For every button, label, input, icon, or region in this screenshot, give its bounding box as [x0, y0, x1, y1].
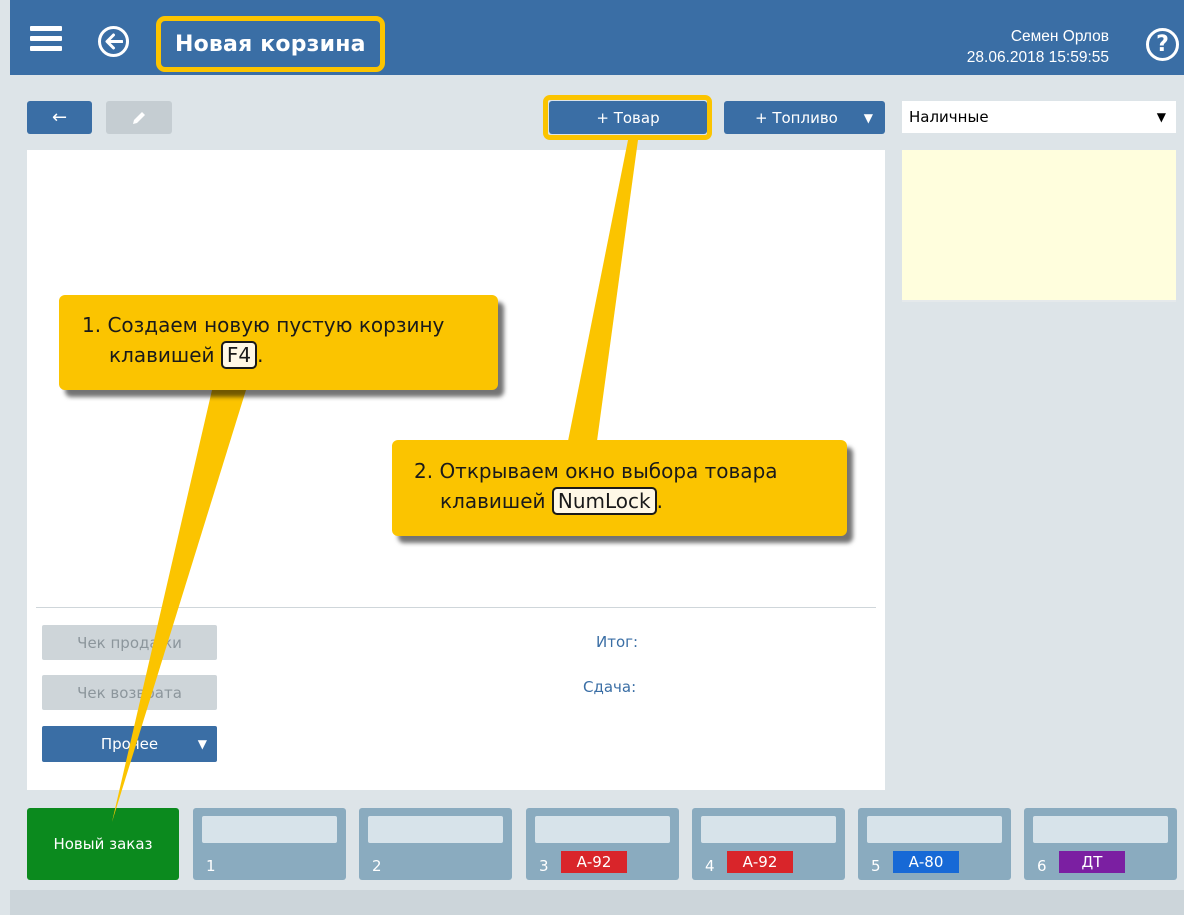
- hint-callout-2-key-prefix: клавишей: [440, 489, 546, 513]
- callout-pointer-2: [568, 140, 638, 441]
- hint-callout-2-text: 2. Открываем окно выбора товара: [414, 459, 778, 483]
- hint-callout-1-key-line: клавишей F4.: [82, 340, 498, 370]
- hint-callout-2-suffix: .: [656, 489, 663, 513]
- hint-callout-1-text: 1. Создаем новую пустую корзину: [82, 313, 445, 337]
- hint-callout-2: 2. Открываем окно выбора товара клавишей…: [392, 440, 847, 536]
- hint-callout-1-key-prefix: клавишей: [109, 343, 215, 367]
- callout-pointer-1: [112, 390, 246, 822]
- keyboard-key-numlock: NumLock: [551, 487, 657, 515]
- hint-callout-1: 1. Создаем новую пустую корзину клавишей…: [59, 295, 498, 390]
- keyboard-key-f4: F4: [220, 341, 258, 369]
- hint-callout-1-suffix: .: [257, 343, 264, 367]
- hint-callout-2-key-line: клавишей NumLock.: [414, 486, 847, 516]
